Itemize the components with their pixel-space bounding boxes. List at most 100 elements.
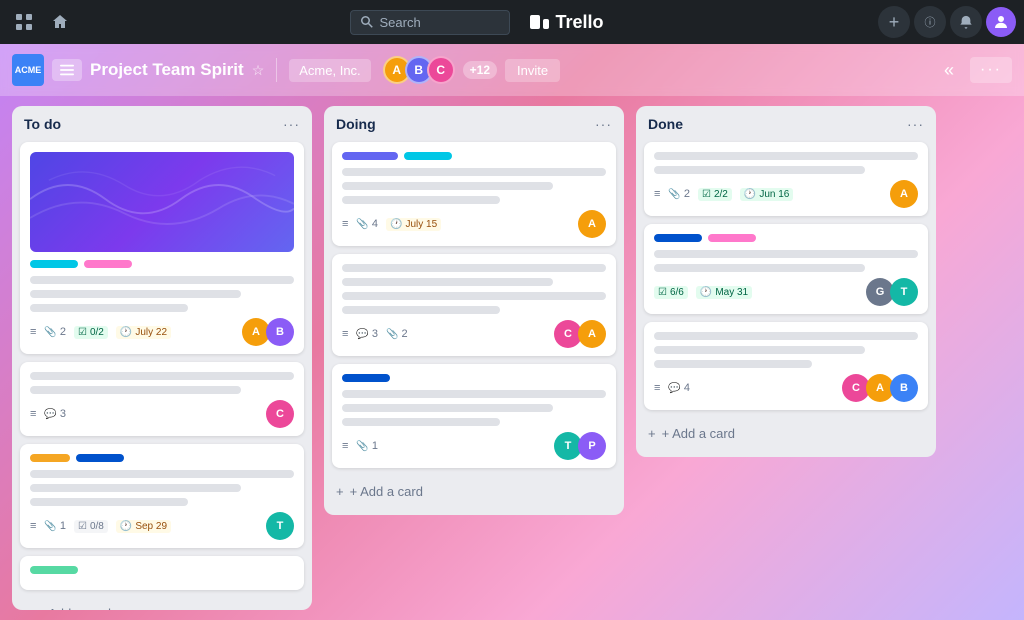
board-header: ACME Project Team Spirit ☆ Acme, Inc. A … xyxy=(0,44,1024,96)
card-cover-image xyxy=(30,152,294,252)
add-card-icon: + xyxy=(24,606,32,610)
collapse-button[interactable]: « xyxy=(936,56,962,85)
card-done-1-footer: ≡ 📎 2 ☑2/2 🕐Jun 16 A xyxy=(654,180,918,208)
column-done-menu[interactable]: ··· xyxy=(907,116,924,132)
card-doing-2-avatars: C A xyxy=(554,320,606,348)
info-icon[interactable]: ⓘ xyxy=(914,6,946,38)
card-avatar-2: B xyxy=(266,318,294,346)
notifications-icon[interactable] xyxy=(950,6,982,38)
card-avatar-1: A xyxy=(890,180,918,208)
card-todo-1-footer: ≡ 📎 2 ☑0/2 🕐July 22 A B xyxy=(30,318,294,346)
column-todo: To do ··· ≡ xyxy=(12,106,312,610)
card-text-1 xyxy=(342,168,606,176)
card-text-3 xyxy=(30,304,188,312)
column-doing-header: Doing ··· xyxy=(332,116,616,132)
card-todo-1[interactable]: ≡ 📎 2 ☑0/2 🕐July 22 A B xyxy=(20,142,304,354)
invite-button[interactable]: Invite xyxy=(505,59,560,82)
card-todo-3[interactable]: ≡ 📎 1 ☑0/8 🕐Sep 29 T xyxy=(20,444,304,548)
card-todo-3-footer: ≡ 📎 1 ☑0/8 🕐Sep 29 T xyxy=(30,512,294,540)
workspace-logo-text: ACME xyxy=(15,65,42,75)
card-done-2[interactable]: ☑6/6 🕐May 31 G T xyxy=(644,224,928,314)
card-text-1 xyxy=(342,390,606,398)
card-text-1 xyxy=(654,250,918,258)
tag-yellow xyxy=(30,454,70,462)
board-title: Project Team Spirit xyxy=(90,60,244,80)
description-icon: ≡ xyxy=(30,326,36,338)
card-text-3 xyxy=(654,360,812,368)
description-icon: ≡ xyxy=(654,382,660,394)
add-card-done[interactable]: + + Add a card xyxy=(644,420,928,447)
attachment-count: 📎 1 xyxy=(44,520,66,532)
card-done-1-avatars: A xyxy=(890,180,918,208)
due-date-text: July 15 xyxy=(405,219,437,230)
tag-blue xyxy=(76,454,124,462)
member-avatar-3[interactable]: C xyxy=(427,56,455,84)
board-menu-button[interactable] xyxy=(52,59,82,81)
card-doing-3[interactable]: ≡ 📎 1 T P xyxy=(332,364,616,468)
workspace-logo[interactable]: ACME xyxy=(12,54,44,86)
card-doing-1-avatars: A xyxy=(578,210,606,238)
grid-icon[interactable] xyxy=(8,6,40,38)
add-card-doing[interactable]: + + Add a card xyxy=(332,478,616,505)
column-doing: Doing ··· ≡ 📎 4 xyxy=(324,106,624,515)
card-text-3 xyxy=(342,292,606,300)
add-card-todo[interactable]: + + Add a card xyxy=(20,600,304,610)
workspace-name[interactable]: Acme, Inc. xyxy=(289,59,370,82)
card-todo-2-avatars: C xyxy=(266,400,294,428)
card-done-1-meta: ≡ 📎 2 ☑2/2 🕐Jun 16 xyxy=(654,188,882,201)
more-options-button[interactable]: ··· xyxy=(970,57,1012,83)
top-nav-right: + ⓘ xyxy=(878,6,1016,38)
card-done-3-footer: ≡ 💬 4 C A B xyxy=(654,374,918,402)
card-text-1 xyxy=(342,264,606,272)
user-avatar[interactable] xyxy=(986,7,1016,37)
card-done-1[interactable]: ≡ 📎 2 ☑2/2 🕐Jun 16 A xyxy=(644,142,928,216)
description-icon: ≡ xyxy=(654,188,660,200)
home-icon[interactable] xyxy=(44,6,76,38)
card-avatar-2: T xyxy=(890,278,918,306)
add-card-label: + Add a card xyxy=(662,426,735,441)
card-text-2 xyxy=(342,404,553,412)
description-icon: ≡ xyxy=(342,440,348,452)
card-todo-4[interactable] xyxy=(20,556,304,590)
add-card-label: + Add a card xyxy=(350,484,423,499)
attachment-count: 📎 4 xyxy=(356,218,378,230)
card-done-3[interactable]: ≡ 💬 4 C A B xyxy=(644,322,928,410)
card-doing-3-avatars: T P xyxy=(554,432,606,460)
card-text-3 xyxy=(342,196,500,204)
card-doing-1-tags xyxy=(342,152,606,160)
description-icon: ≡ xyxy=(342,328,348,340)
card-text-1 xyxy=(654,332,918,340)
card-doing-1-footer: ≡ 📎 4 🕐July 15 A xyxy=(342,210,606,238)
add-button[interactable]: + xyxy=(878,6,910,38)
header-divider xyxy=(276,58,277,82)
card-doing-1[interactable]: ≡ 📎 4 🕐July 15 A xyxy=(332,142,616,246)
add-card-icon: + xyxy=(648,426,656,441)
card-doing-3-meta: ≡ 📎 1 xyxy=(342,440,546,452)
card-todo-1-tags xyxy=(30,260,294,268)
card-todo-3-tags xyxy=(30,454,294,462)
card-text-2 xyxy=(30,386,241,394)
tag-cyan xyxy=(404,152,452,160)
card-text-2 xyxy=(654,264,865,272)
card-doing-2[interactable]: ≡ 💬 3 📎 2 C A xyxy=(332,254,616,356)
column-doing-menu[interactable]: ··· xyxy=(595,116,612,132)
star-icon[interactable]: ☆ xyxy=(252,62,265,79)
card-done-3-avatars: C A B xyxy=(842,374,918,402)
attachment-count: 📎 2 xyxy=(386,328,408,340)
trello-logo-icon xyxy=(530,15,549,29)
card-doing-2-meta: ≡ 💬 3 📎 2 xyxy=(342,328,546,340)
column-todo-menu[interactable]: ··· xyxy=(283,116,300,132)
search-bar[interactable]: Search xyxy=(350,10,510,35)
card-text-3 xyxy=(342,418,500,426)
card-avatar-2: A xyxy=(578,320,606,348)
card-avatar-1: T xyxy=(266,512,294,540)
comment-count: 💬 3 xyxy=(356,328,378,340)
member-count-badge[interactable]: +12 xyxy=(463,61,497,79)
card-doing-2-footer: ≡ 💬 3 📎 2 C A xyxy=(342,320,606,348)
card-todo-2[interactable]: ≡ 💬 3 C xyxy=(20,362,304,436)
due-date-badge: 🕐July 15 xyxy=(386,218,441,231)
column-todo-title: To do xyxy=(24,116,61,132)
due-date-badge: 🕐Sep 29 xyxy=(116,520,171,533)
card-text-3 xyxy=(30,498,188,506)
attachment-count: 📎 2 xyxy=(668,188,690,200)
